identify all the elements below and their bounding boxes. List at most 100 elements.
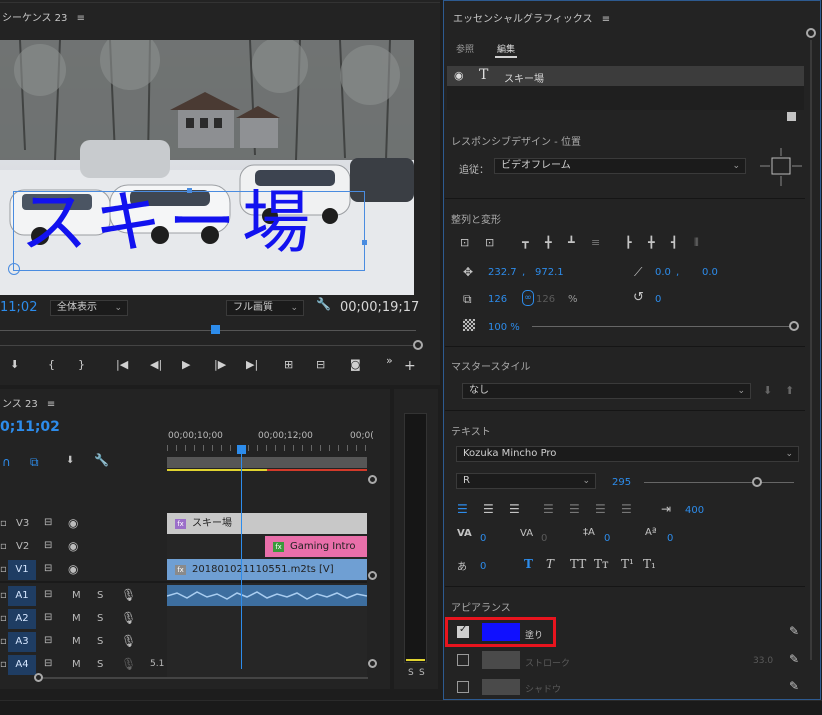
track-lock-icon[interactable]: ▫	[0, 590, 7, 601]
microphone-icon[interactable]: 🎙	[121, 611, 136, 625]
pin-to-edges-widget[interactable]	[758, 146, 804, 188]
mute-button[interactable]: M	[72, 659, 81, 670]
playhead-head[interactable]	[237, 445, 246, 454]
meter-solo-left[interactable]: S	[408, 668, 414, 678]
track-id[interactable]: A2	[8, 609, 36, 629]
sync-lock-icon[interactable]: ⊟	[44, 589, 52, 600]
step-forward-icon[interactable]: |▶	[214, 358, 226, 371]
sync-lock-icon[interactable]: ⊟	[44, 517, 52, 528]
play-icon[interactable]: ▶	[182, 358, 190, 371]
shadow-checkbox[interactable]	[457, 681, 469, 693]
horizontal-scroll-bar[interactable]	[43, 677, 368, 679]
tracking-value[interactable]: 0	[480, 533, 486, 544]
sync-lock-icon[interactable]: ⊟	[44, 540, 52, 551]
track-v1[interactable]: ▫ V1 ⊟ ◉	[0, 559, 167, 581]
marker-icon[interactable]: ⬇	[66, 455, 74, 466]
master-style-select[interactable]: なし ⌄	[462, 383, 751, 399]
font-size-slider-track[interactable]	[644, 482, 794, 483]
subscript-icon[interactable]: T₁	[643, 557, 656, 571]
track-id[interactable]: A1	[8, 586, 36, 606]
link-scale-icon[interactable]: ∞	[522, 290, 534, 306]
track-a4[interactable]: ▫ A4 ⊟ M S 🎙 5.1	[0, 654, 167, 676]
solo-button[interactable]: S	[97, 659, 103, 670]
superscript-icon[interactable]: T¹	[621, 557, 634, 571]
program-current-timecode[interactable]: 11;02	[0, 300, 37, 315]
linked-selection-icon[interactable]: ⧉	[30, 455, 39, 470]
justify-center-icon[interactable]: ☰	[569, 502, 580, 516]
camera-icon[interactable]: ◙	[350, 358, 361, 371]
horizontal-scroll-handle[interactable]	[34, 673, 43, 682]
clip-v1-video[interactable]: fx 201801021110551.m2ts [V]	[167, 559, 367, 580]
justify-right-icon[interactable]: ☰	[595, 502, 606, 516]
caption-text[interactable]: スキー場	[20, 184, 316, 264]
vertical-scroll-handle[interactable]	[368, 475, 377, 484]
position-y[interactable]: 972.1	[535, 267, 564, 278]
panel-menu-icon[interactable]: ≡	[77, 13, 85, 24]
mute-button[interactable]: M	[72, 613, 81, 624]
microphone-icon[interactable]: 🎙	[121, 634, 136, 648]
solo-button[interactable]: S	[97, 636, 103, 647]
small-caps-icon[interactable]: Tт	[594, 557, 609, 571]
font-size-value[interactable]: 295	[612, 477, 631, 488]
mark-in-icon[interactable]: {	[48, 358, 55, 371]
eye-icon[interactable]: ◉	[454, 69, 464, 82]
timeline-timecode[interactable]: 0;11;02	[0, 419, 60, 435]
align-vertical-center-icon[interactable]: ⊡	[460, 236, 469, 249]
snap-icon[interactable]: ∩	[2, 455, 11, 469]
rotation-value[interactable]: 0	[655, 294, 661, 305]
extract-icon[interactable]: ⊟	[316, 358, 325, 371]
mute-button[interactable]: M	[72, 636, 81, 647]
align-bottom-icon[interactable]: ┻	[568, 236, 575, 249]
opacity-slider-track[interactable]	[532, 326, 794, 327]
lift-icon[interactable]: ⊞	[284, 358, 293, 371]
track-v3[interactable]: ▫ V3 ⊟ ◉	[0, 513, 167, 535]
eg-scrollbar-handle[interactable]	[806, 28, 816, 38]
fill-checkbox[interactable]: ✓	[457, 624, 469, 638]
stroke-color-swatch[interactable]	[482, 651, 520, 669]
font-family-select[interactable]: Kozuka Mincho Pro ⌄	[456, 446, 799, 462]
program-monitor-title[interactable]: シーケンス 23 ≡	[2, 9, 85, 24]
clip-v2-gaming-intro[interactable]: fx Gaming Intro	[265, 536, 367, 557]
anchor-x[interactable]: 0.0	[655, 267, 671, 278]
add-button-icon[interactable]: +	[404, 358, 416, 374]
align-text-right-icon[interactable]: ☰	[509, 502, 520, 516]
zoom-scroll-handle[interactable]	[413, 340, 423, 350]
eye-icon[interactable]: ◉	[68, 562, 78, 576]
playhead-marker[interactable]	[211, 325, 220, 334]
wrench-icon[interactable]: 🔧	[94, 453, 109, 467]
baseline-shift-value[interactable]: 0	[667, 533, 673, 544]
track-lock-icon[interactable]: ▫	[0, 518, 7, 529]
eyedropper-icon[interactable]: ✎	[789, 679, 799, 693]
layer-row-text[interactable]: ◉ T スキー場	[447, 66, 804, 86]
track-id[interactable]: A4	[8, 655, 36, 675]
align-left-icon[interactable]: ┣	[625, 236, 632, 249]
microphone-icon[interactable]: 🎙	[121, 588, 136, 602]
stroke-checkbox[interactable]	[457, 654, 469, 666]
track-lock-icon[interactable]: ▫	[0, 564, 7, 575]
track-id[interactable]: A3	[8, 632, 36, 652]
panel-menu-icon[interactable]: ≡	[47, 399, 55, 410]
track-lock-icon[interactable]: ▫	[0, 541, 7, 552]
sync-lock-icon[interactable]: ⊟	[44, 635, 52, 646]
panel-menu-icon[interactable]: ≡	[602, 14, 610, 25]
faux-bold-icon[interactable]: T	[524, 557, 533, 571]
align-right-icon[interactable]: ┫	[671, 236, 678, 249]
scale-width[interactable]: 126	[488, 294, 507, 305]
track-a1[interactable]: ▫ A1 ⊟ M S 🎙	[0, 585, 167, 607]
track-lock-icon[interactable]: ▫	[0, 613, 7, 624]
eye-icon[interactable]: ◉	[68, 516, 78, 530]
track-lock-icon[interactable]: ▫	[0, 636, 7, 647]
track-a3[interactable]: ▫ A3 ⊟ M S 🎙	[0, 631, 167, 653]
fill-color-swatch[interactable]	[482, 623, 520, 641]
align-vcenter-icon[interactable]: ╋	[545, 236, 552, 249]
follow-select[interactable]: ビデオフレーム ⌄	[494, 158, 746, 174]
font-size-slider-thumb[interactable]	[752, 477, 762, 487]
mark-out-icon[interactable]: }	[78, 358, 85, 371]
zoom-select[interactable]: 全体表示 ⌄	[50, 300, 128, 316]
step-back-icon[interactable]: ◀|	[150, 358, 162, 371]
track-v2[interactable]: ▫ V2 ⊟ ◉	[0, 536, 167, 558]
tab-width-value[interactable]: 400	[685, 505, 704, 516]
eg-panel-title[interactable]: エッセンシャルグラフィックス ≡	[453, 10, 610, 25]
go-to-in-icon[interactable]: |◀	[116, 358, 128, 371]
more-controls-icon[interactable]: »	[386, 354, 393, 367]
